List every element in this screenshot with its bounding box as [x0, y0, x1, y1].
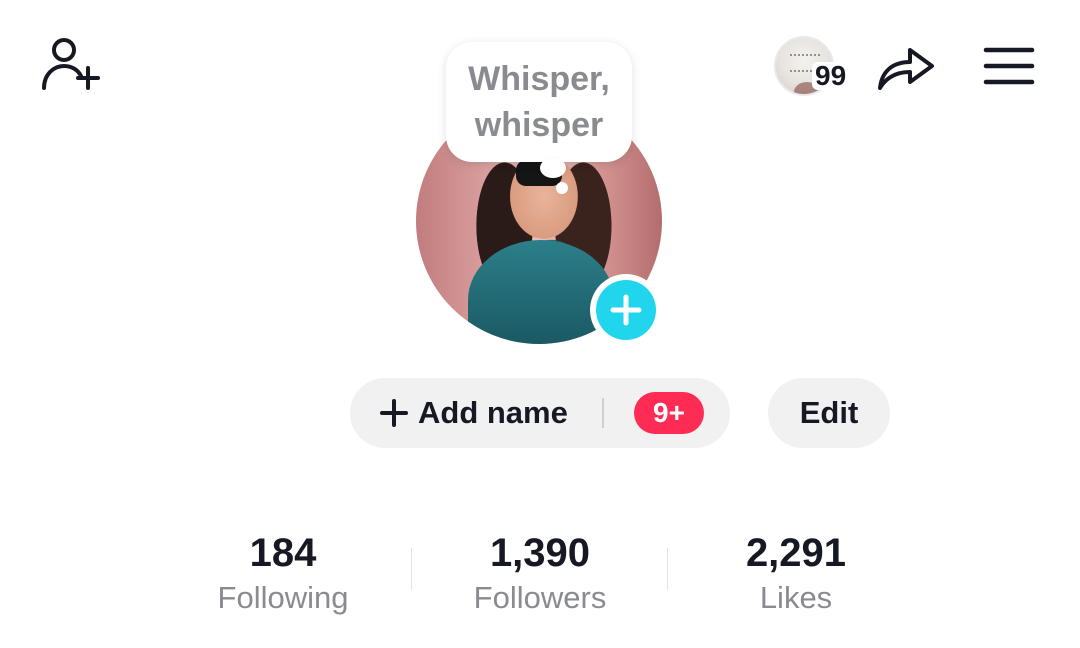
add-user-icon — [42, 38, 100, 90]
add-name-label: Add name — [418, 395, 568, 430]
likes-count: 2,291 — [745, 531, 847, 575]
avatar-add-button[interactable] — [590, 274, 662, 346]
stat-likes[interactable]: 2,291 Likes — [696, 528, 896, 618]
note-text-line2: whisper — [474, 106, 604, 144]
following-label: Following — [217, 580, 349, 615]
story-count-badge: 99 — [812, 62, 850, 90]
hamburger-menu-icon — [983, 47, 1035, 85]
share-arrow-icon — [878, 48, 934, 90]
followers-count: 1,390 — [489, 531, 591, 575]
following-count: 184 — [249, 531, 317, 575]
add-name-button[interactable]: Add name 9+ — [350, 378, 730, 448]
note-text-line1: Whisper, — [468, 60, 610, 98]
stat-divider — [411, 548, 412, 590]
share-button[interactable] — [874, 36, 938, 94]
notification-badge[interactable]: 9+ — [634, 392, 704, 434]
edit-profile-button[interactable]: Edit — [768, 378, 890, 448]
likes-label: Likes — [759, 580, 833, 615]
plus-icon — [380, 399, 408, 427]
avatar-add-circle — [596, 280, 656, 340]
button-divider — [602, 398, 604, 428]
followers-label: Followers — [473, 580, 607, 615]
stat-following[interactable]: 184 Following — [183, 528, 383, 618]
add-friend-button[interactable] — [38, 36, 102, 94]
bubble-tail — [540, 158, 566, 178]
note-speech-bubble[interactable]: Whisper, whisper — [446, 42, 632, 162]
bubble-tail-dot — [556, 182, 568, 194]
plus-icon — [610, 294, 642, 326]
avatar-photo-dress — [468, 240, 614, 344]
stat-followers[interactable]: 1,390 Followers — [440, 528, 640, 618]
stat-divider — [667, 548, 668, 590]
menu-button[interactable] — [980, 40, 1038, 92]
